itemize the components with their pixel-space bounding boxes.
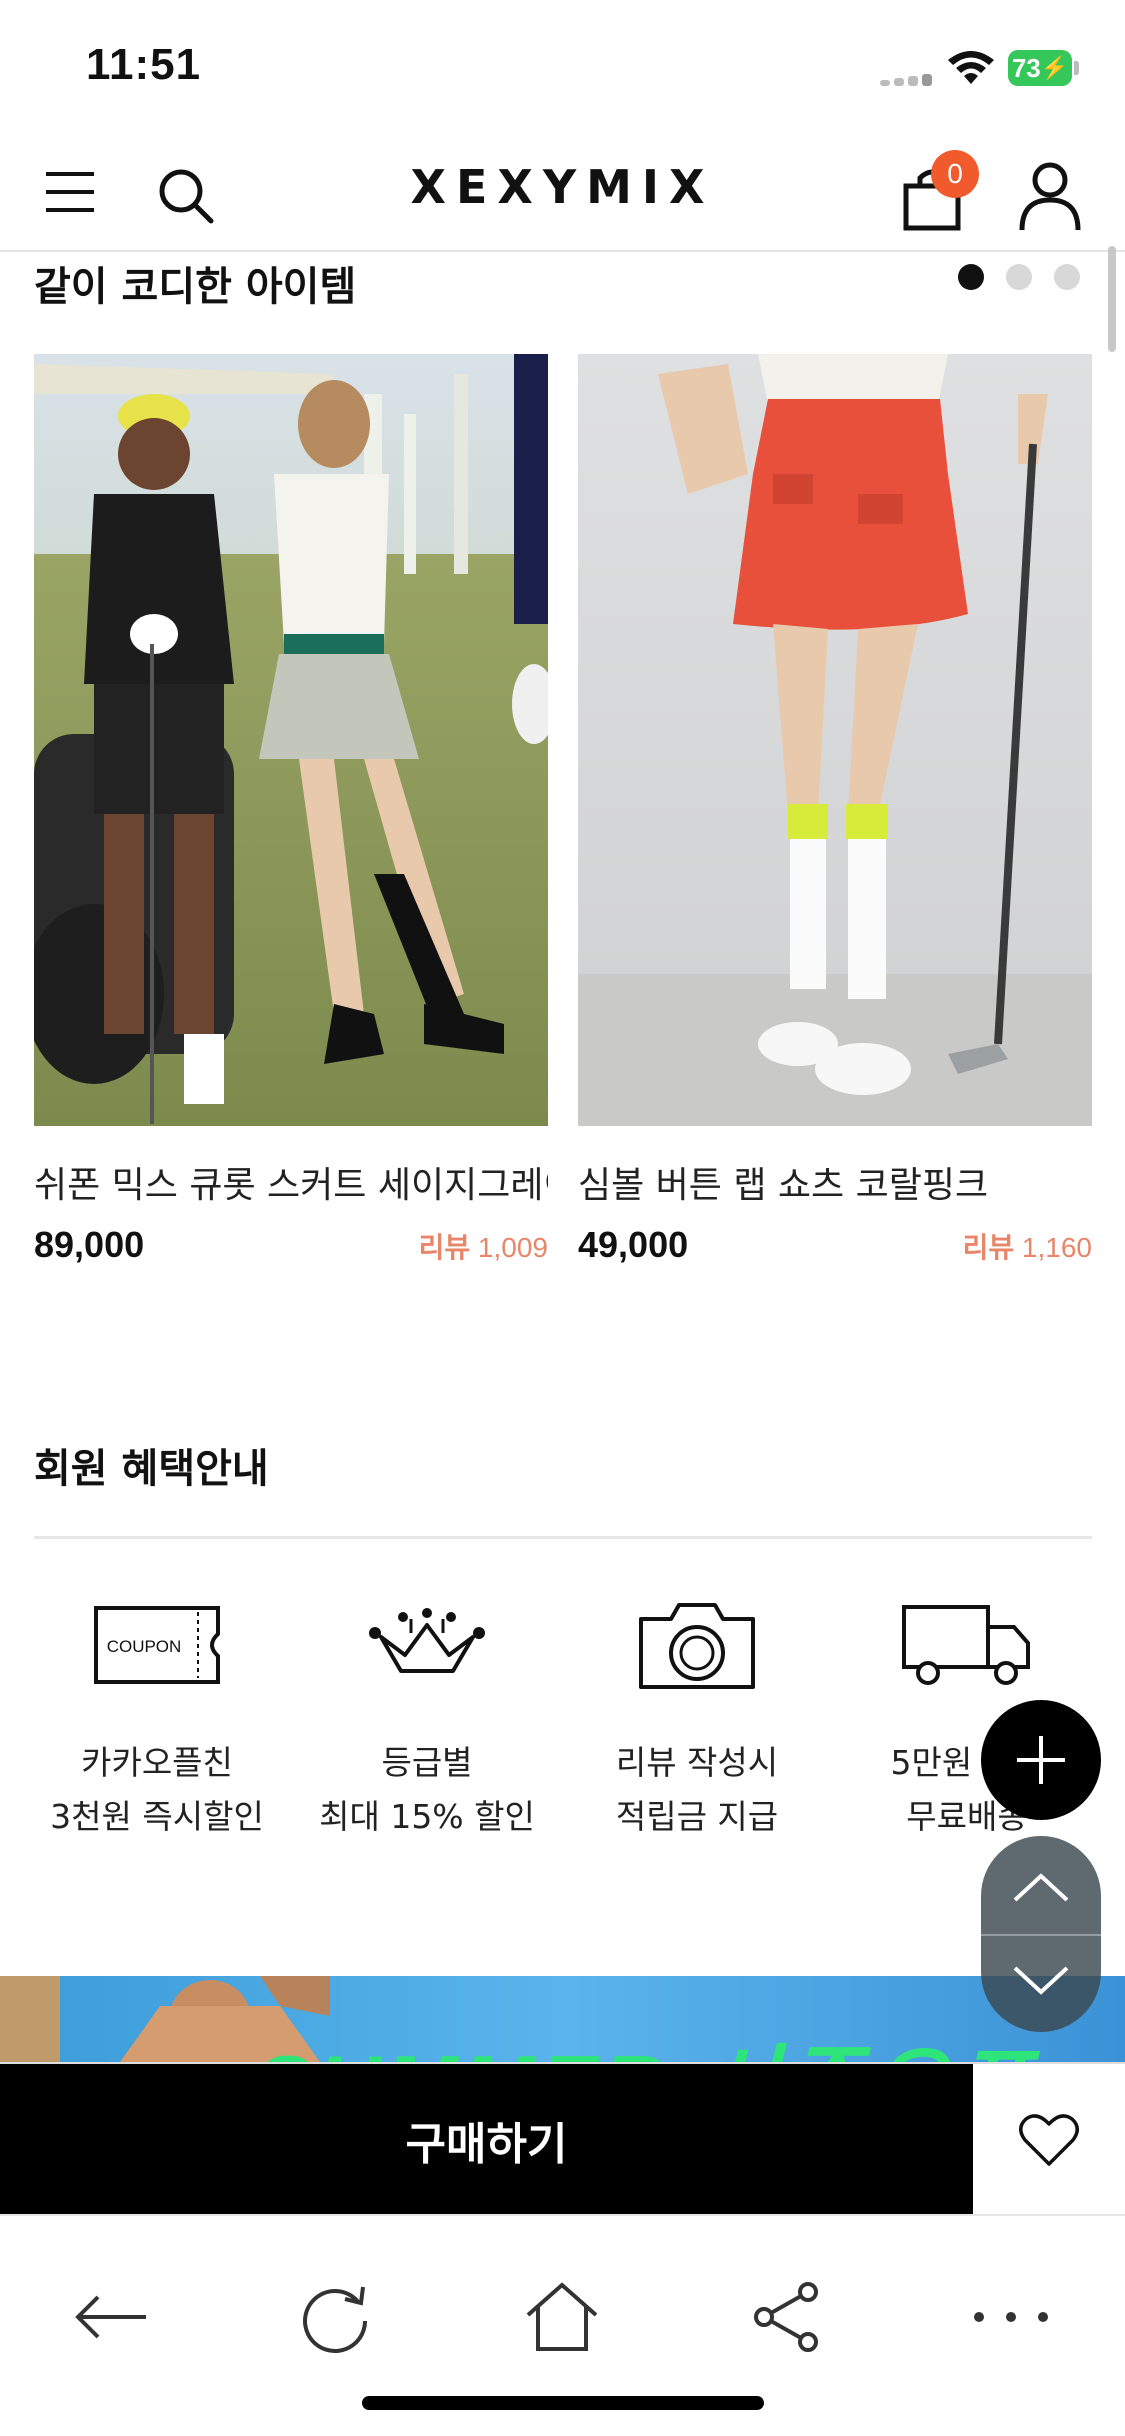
cart-count-badge: 0 [931, 150, 979, 198]
more-options-button[interactable] [966, 2272, 1056, 2362]
product-price: 49,000 [578, 1224, 689, 1265]
user-account-icon[interactable] [1018, 160, 1082, 232]
battery-cap [1074, 61, 1079, 75]
purchase-bar: 구매하기 [0, 2062, 1125, 2216]
product-name[interactable]: 심볼 버튼 랩 쇼츠 코랄핑크 [578, 1156, 1092, 1208]
benefit-line1: 등급별 [381, 1743, 473, 1782]
scroll-nav-buttons [981, 1836, 1101, 2032]
battery-indicator: 73 ⚡ [1008, 50, 1072, 86]
carousel-dot[interactable] [958, 264, 984, 290]
review-label: 리뷰 [418, 1232, 471, 1263]
product-review-count[interactable]: 리뷰 1,009 [419, 1226, 548, 1266]
wifi-icon [948, 51, 994, 84]
benefit-line1: 리뷰 작성시 [615, 1743, 779, 1782]
product-card[interactable]: 심볼 버튼 랩 쇼츠 코랄핑크 49,000 리뷰 1,160 [578, 354, 1092, 1266]
buy-button[interactable]: 구매하기 [0, 2064, 973, 2216]
review-count-value: 1,160 [1021, 1232, 1092, 1263]
crown-icon [369, 1608, 485, 1673]
product-review-count[interactable]: 리뷰 1,160 [963, 1226, 1092, 1266]
benefit-item-grade: 등급별최대 15% 할인 [292, 1590, 562, 1844]
status-bar: 11:51 73 ⚡ [0, 0, 1125, 130]
promo-banner[interactable]: SUMMER 시즌오프 [0, 1976, 1125, 2062]
refresh-button[interactable] [290, 2272, 380, 2362]
product-image-shorts[interactable] [578, 354, 1092, 1126]
home-button[interactable] [517, 2272, 607, 2362]
banner-title: SUMMER 시즌오프 [254, 2016, 1037, 2062]
review-count-value: 1,009 [477, 1232, 548, 1263]
wishlist-button[interactable] [973, 2064, 1125, 2216]
carousel-dot[interactable] [1054, 264, 1080, 290]
benefit-line1: 카카오플친 [81, 1743, 233, 1782]
share-button[interactable] [742, 2272, 832, 2362]
truck-icon [902, 1605, 1030, 1685]
scrollbar-thumb[interactable] [1108, 246, 1116, 352]
section-title-benefits: 회원 혜택안내 [34, 1446, 269, 1492]
scroll-top-chevron-up-icon[interactable] [1011, 1872, 1071, 1904]
product-name[interactable]: 쉬폰 믹스 큐롯 스커트 세이지그레이 [34, 1156, 548, 1208]
coupon-icon-label: COUPON [107, 1637, 182, 1656]
benefit-item-coupon: COUPON 카카오플친 3천원 즉시할인 [22, 1590, 292, 1844]
refresh-icon [303, 2286, 367, 2353]
back-button[interactable] [66, 2272, 156, 2362]
share-icon [754, 2282, 818, 2352]
benefit-line2: 3천원 즉시할인 [50, 1797, 264, 1836]
home-icon [526, 2282, 598, 2351]
home-indicator[interactable] [362, 2396, 764, 2410]
carousel-dot[interactable] [1006, 264, 1032, 290]
coupon-icon: COUPON [94, 1606, 220, 1684]
camera-icon [639, 1603, 755, 1689]
battery-level: 73 [1011, 52, 1041, 83]
charging-bolt-icon: ⚡ [1040, 55, 1069, 80]
scroll-nav-divider [981, 1934, 1101, 1936]
carousel-pagination[interactable] [958, 264, 1080, 290]
benefit-line2: 적립금 지급 [615, 1797, 779, 1836]
site-header: XEXYMIX 0 [0, 130, 1125, 252]
section-title-coordinated: 같이 코디한 아이템 [34, 264, 357, 310]
benefit-item-review: 리뷰 작성시적립금 지급 [562, 1590, 832, 1844]
product-price: 89,000 [34, 1224, 145, 1265]
back-arrow-icon [75, 2295, 146, 2339]
heart-icon [1019, 2114, 1079, 2166]
more-dots-icon [974, 2312, 1048, 2322]
divider [34, 1536, 1092, 1539]
status-time: 11:51 [86, 40, 202, 89]
product-image-skirt[interactable] [34, 354, 548, 1126]
cellular-signal-icon [880, 74, 932, 86]
review-label: 리뷰 [962, 1232, 1015, 1263]
scroll-bottom-chevron-down-icon[interactable] [1011, 1964, 1071, 1996]
benefit-line2: 최대 15% 할인 [319, 1797, 535, 1836]
fab-plus-button[interactable] [981, 1700, 1101, 1820]
product-card[interactable]: 쉬폰 믹스 큐롯 스커트 세이지그레이 89,000 리뷰 1,009 [34, 354, 548, 1266]
plus-icon [1017, 1736, 1065, 1784]
